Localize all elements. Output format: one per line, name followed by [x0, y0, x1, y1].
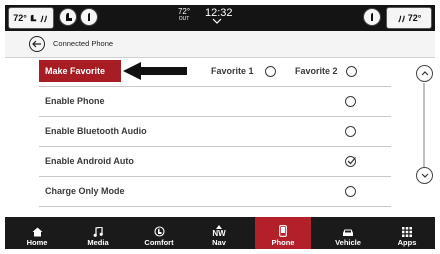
nav-nav[interactable]: NW Nav: [191, 217, 247, 249]
list-item-enable-bluetooth-audio[interactable]: Enable Bluetooth Audio: [39, 117, 391, 147]
enable-phone-radio[interactable]: [345, 96, 356, 107]
seat-heat-icon: [30, 14, 37, 21]
nav-home[interactable]: Home: [9, 217, 65, 249]
steering-heat-icon: [397, 15, 405, 22]
car-icon: [343, 229, 353, 236]
page-title: Connected Phone: [53, 39, 114, 48]
charge-only-mode-label: Charge Only Mode: [45, 186, 125, 196]
back-button[interactable]: [29, 36, 45, 52]
passenger-temp: 72°: [407, 13, 422, 23]
screen: 72° 72° OUT 12:32 72° Connected Phone Ma…: [5, 5, 435, 249]
nav-media[interactable]: Media: [70, 217, 126, 249]
charge-only-mode-radio[interactable]: [345, 186, 356, 197]
seat-climate-icon: [153, 226, 165, 237]
enable-phone-label: Enable Phone: [45, 96, 105, 106]
chevron-up-icon: [421, 71, 428, 76]
header: Connected Phone: [5, 31, 435, 58]
apps-grid-icon: [402, 227, 412, 237]
driver-climate-button[interactable]: 72°: [8, 7, 54, 29]
list-item-charge-only-mode[interactable]: Charge Only Mode: [39, 177, 391, 207]
passenger-climate-button[interactable]: 72°: [386, 7, 432, 29]
scroll-up-button[interactable]: [416, 65, 433, 82]
nav-vehicle[interactable]: Vehicle: [320, 217, 376, 249]
seat-icon: [371, 13, 373, 21]
seat-icon: [66, 13, 72, 21]
bottom-nav: Home Media Comfort NW Nav Phone Vehicle: [5, 217, 435, 249]
outside-temp: 72° OUT: [177, 7, 191, 22]
list-item-make-favorite: Make Favorite Favorite 1 Favorite 2: [39, 57, 391, 87]
status-bar: 72° 72° OUT 12:32 72°: [5, 5, 435, 31]
music-note-icon: [93, 227, 103, 237]
enable-bluetooth-audio-label: Enable Bluetooth Audio: [45, 126, 147, 136]
enable-bluetooth-audio-radio[interactable]: [345, 126, 356, 137]
arrow-left-icon: [32, 40, 41, 48]
favorite-2-label: Favorite 2: [295, 66, 338, 76]
enable-android-auto-label: Enable Android Auto: [45, 156, 134, 166]
favorite-1-label: Favorite 1: [211, 66, 254, 76]
list-item-enable-phone[interactable]: Enable Phone: [39, 87, 391, 117]
chevron-down-icon: [421, 173, 428, 178]
favorite-2-radio[interactable]: [346, 66, 357, 77]
driver-seat-vent-button[interactable]: [80, 8, 98, 26]
chevron-down-icon[interactable]: [212, 18, 222, 24]
arrow-left-icon: [123, 62, 187, 80]
scrollbar[interactable]: [423, 83, 425, 167]
driver-temp: 72°: [13, 13, 27, 23]
home-icon: [32, 227, 42, 237]
phone-icon: [279, 225, 287, 237]
seat-vent-icon: [88, 13, 90, 21]
nav-phone[interactable]: Phone: [255, 217, 311, 249]
nav-comfort[interactable]: Comfort: [131, 217, 187, 249]
favorite-1-radio[interactable]: [265, 66, 276, 77]
passenger-seat-button[interactable]: [363, 8, 381, 26]
make-favorite-label[interactable]: Make Favorite: [39, 60, 121, 82]
driver-seat-heat-button[interactable]: [59, 8, 77, 26]
nav-direction-badge: NW: [212, 229, 226, 238]
nav-apps[interactable]: Apps: [379, 217, 435, 249]
checkmark-icon: [347, 157, 356, 165]
steering-heat-icon: [40, 15, 47, 22]
enable-android-auto-radio[interactable]: [345, 156, 356, 167]
scroll-down-button[interactable]: [416, 167, 433, 184]
list-item-enable-android-auto[interactable]: Enable Android Auto: [39, 147, 391, 177]
